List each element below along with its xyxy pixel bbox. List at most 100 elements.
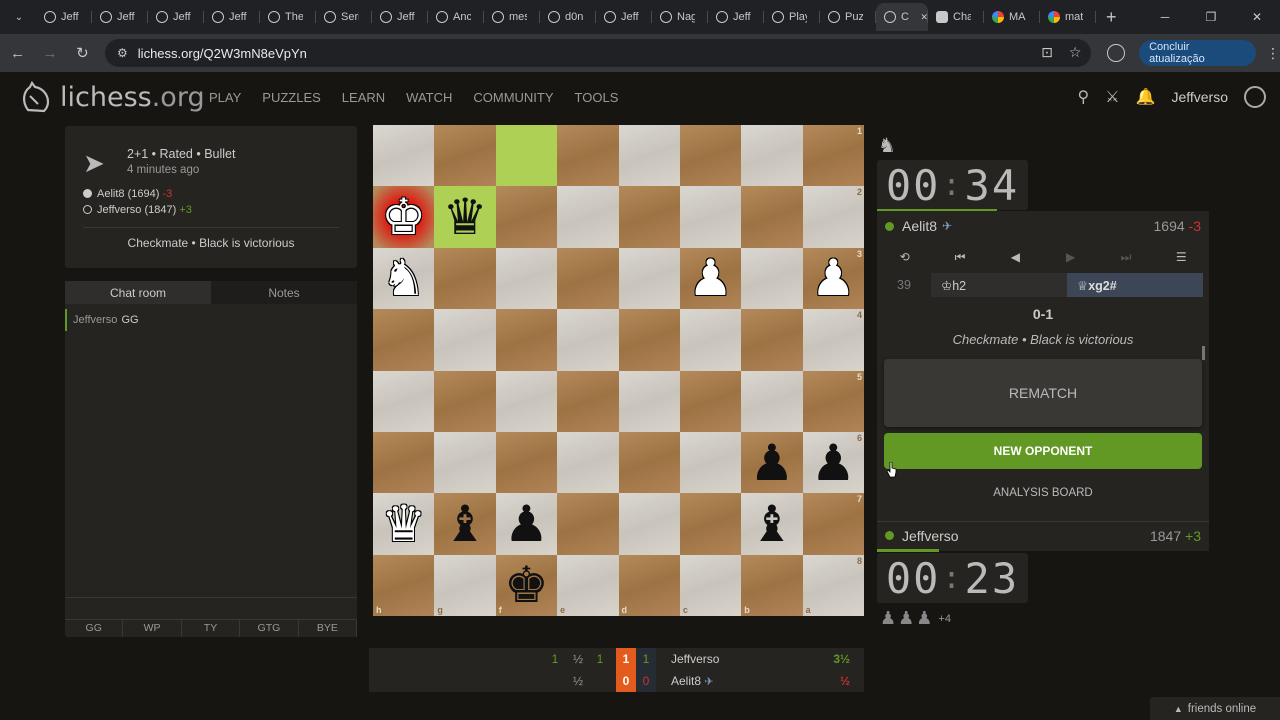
white-player-line[interactable]: Aelit8 (1694) -3 — [83, 186, 192, 202]
crosstable-player-name[interactable]: Aelit8 ✈ — [671, 674, 714, 688]
square-e4[interactable] — [557, 309, 619, 371]
square-b5[interactable] — [741, 370, 803, 432]
menu-icon[interactable]: ☰ — [1154, 250, 1209, 264]
browser-tab[interactable]: Jeff — [372, 3, 428, 31]
nav-item-community[interactable]: COMMUNITY — [473, 90, 553, 105]
browser-tab[interactable]: Nag — [652, 3, 708, 31]
black-king-icon[interactable]: ♚ — [504, 560, 549, 610]
square-f3[interactable] — [495, 247, 558, 310]
preset-gtg-button[interactable]: GTG — [240, 620, 299, 637]
square-c2[interactable] — [679, 186, 742, 248]
square-g4[interactable] — [434, 309, 496, 371]
crosstable-cell[interactable]: 1 — [636, 652, 656, 666]
back-button[interactable]: ← — [3, 38, 32, 68]
friends-online-button[interactable]: ▲ friends online — [1150, 697, 1280, 720]
maximize-button[interactable]: ❐ — [1188, 0, 1234, 34]
close-tab-icon[interactable]: ✕ — [920, 12, 928, 23]
square-b8[interactable]: b — [741, 554, 803, 616]
browser-tab[interactable]: C ✕ — [876, 3, 928, 31]
square-e3[interactable] — [557, 247, 619, 310]
crosstable-cell[interactable]: 1 — [616, 652, 636, 666]
browser-tab[interactable]: mat — [1040, 3, 1096, 31]
bookmark-star-icon[interactable]: ☆ — [1069, 44, 1082, 61]
search-icon[interactable]: ⚲ — [1077, 87, 1089, 107]
flip-board-icon[interactable]: ⟲ — [877, 250, 932, 264]
square-a6[interactable]: ♟ 6 — [802, 431, 864, 494]
nav-item-learn[interactable]: LEARN — [342, 90, 385, 105]
square-d1[interactable] — [618, 125, 680, 187]
square-e8[interactable]: e — [557, 554, 619, 616]
black-pawn-icon[interactable]: ♟ — [750, 438, 795, 488]
square-d5[interactable] — [618, 370, 680, 432]
square-f2[interactable] — [495, 186, 558, 248]
close-window-button[interactable]: ✕ — [1234, 0, 1280, 34]
preset-wp-button[interactable]: WP — [123, 620, 182, 637]
square-c4[interactable] — [679, 309, 742, 371]
square-g5[interactable] — [434, 370, 496, 432]
square-e1[interactable] — [557, 125, 619, 187]
square-h3[interactable]: ♞ — [373, 247, 435, 310]
square-d4[interactable] — [618, 309, 680, 371]
black-pawn-icon[interactable]: ♟ — [811, 438, 856, 488]
tab-notes[interactable]: Notes — [211, 281, 357, 304]
black-move[interactable]: ♕xg2# — [1067, 273, 1203, 297]
square-d8[interactable]: d — [618, 554, 680, 616]
square-f6[interactable] — [495, 431, 558, 494]
square-h5[interactable] — [373, 370, 435, 432]
square-h8[interactable]: h — [373, 554, 435, 616]
square-a2[interactable]: 2 — [802, 186, 864, 248]
black-bishop-icon[interactable]: ♝ — [750, 499, 795, 549]
update-button[interactable]: Concluir atualização — [1139, 40, 1256, 66]
square-d7[interactable] — [618, 493, 680, 555]
white-pawn-icon[interactable]: ♟ — [688, 253, 733, 303]
avatar[interactable] — [1244, 86, 1266, 108]
square-h2[interactable]: ♚ — [373, 186, 435, 248]
chess-board[interactable]: 1 ♚ ♛ 2 ♞ ♟ ♟ 3 4 5 ♟ ♟ 6 ♛ ♝ ♟ ♝ 7 h g ♚ f e d c b 8 a — [373, 125, 864, 616]
square-e2[interactable] — [557, 186, 619, 248]
tab-search-button[interactable]: ⌄ — [6, 6, 32, 28]
black-queen-icon[interactable]: ♛ — [443, 192, 488, 242]
nav-item-tools[interactable]: TOOLS — [575, 90, 619, 105]
crosstable-cell[interactable]: ½ — [568, 674, 588, 688]
square-c6[interactable] — [679, 431, 742, 494]
square-c3[interactable]: ♟ — [679, 247, 742, 310]
browser-tab[interactable]: Jeff — [36, 3, 92, 31]
white-knight-icon[interactable]: ♞ — [381, 253, 426, 303]
square-g1[interactable] — [434, 125, 496, 187]
top-player-name[interactable]: Aelit8 — [902, 218, 937, 234]
square-a8[interactable]: 8a — [802, 554, 864, 616]
square-c5[interactable] — [679, 370, 742, 432]
square-f5[interactable] — [495, 370, 558, 432]
square-b1[interactable] — [741, 125, 803, 187]
browser-tab[interactable]: mes — [484, 3, 540, 31]
browser-tab[interactable]: Puz — [820, 3, 876, 31]
browser-tab[interactable]: The — [260, 3, 316, 31]
browser-tab[interactable]: Jeff — [708, 3, 764, 31]
square-f8[interactable]: ♚ f — [495, 554, 558, 616]
crosstable-cell[interactable]: 0 — [616, 674, 636, 688]
square-g8[interactable]: g — [434, 554, 496, 616]
browser-tab[interactable]: MA — [984, 3, 1040, 31]
square-c7[interactable] — [679, 493, 742, 555]
user-menu[interactable]: Jeffverso — [1171, 89, 1228, 105]
square-a4[interactable]: 4 — [802, 309, 864, 371]
first-move-button[interactable]: ⏮ — [932, 250, 987, 265]
minimize-button[interactable]: ─ — [1142, 0, 1188, 34]
square-b3[interactable] — [741, 247, 803, 310]
browser-tab[interactable]: Jeff — [596, 3, 652, 31]
site-info-icon[interactable]: ⚙ — [117, 46, 128, 60]
nav-item-play[interactable]: PLAY — [209, 90, 241, 105]
square-a7[interactable]: 7 — [802, 493, 864, 555]
square-d6[interactable] — [618, 431, 680, 494]
square-b7[interactable]: ♝ — [741, 493, 803, 555]
black-bishop-icon[interactable]: ♝ — [443, 499, 488, 549]
square-f1[interactable] — [495, 125, 558, 187]
square-a5[interactable]: 5 — [802, 370, 864, 432]
crosstable-player-name[interactable]: Jeffverso — [671, 652, 719, 666]
swords-icon[interactable]: ⚔ — [1105, 87, 1119, 107]
square-b4[interactable] — [741, 309, 803, 371]
square-b6[interactable]: ♟ — [741, 431, 803, 494]
square-g7[interactable]: ♝ — [434, 493, 496, 555]
browser-tab[interactable]: Anc — [428, 3, 484, 31]
preset-ty-button[interactable]: TY — [182, 620, 241, 637]
